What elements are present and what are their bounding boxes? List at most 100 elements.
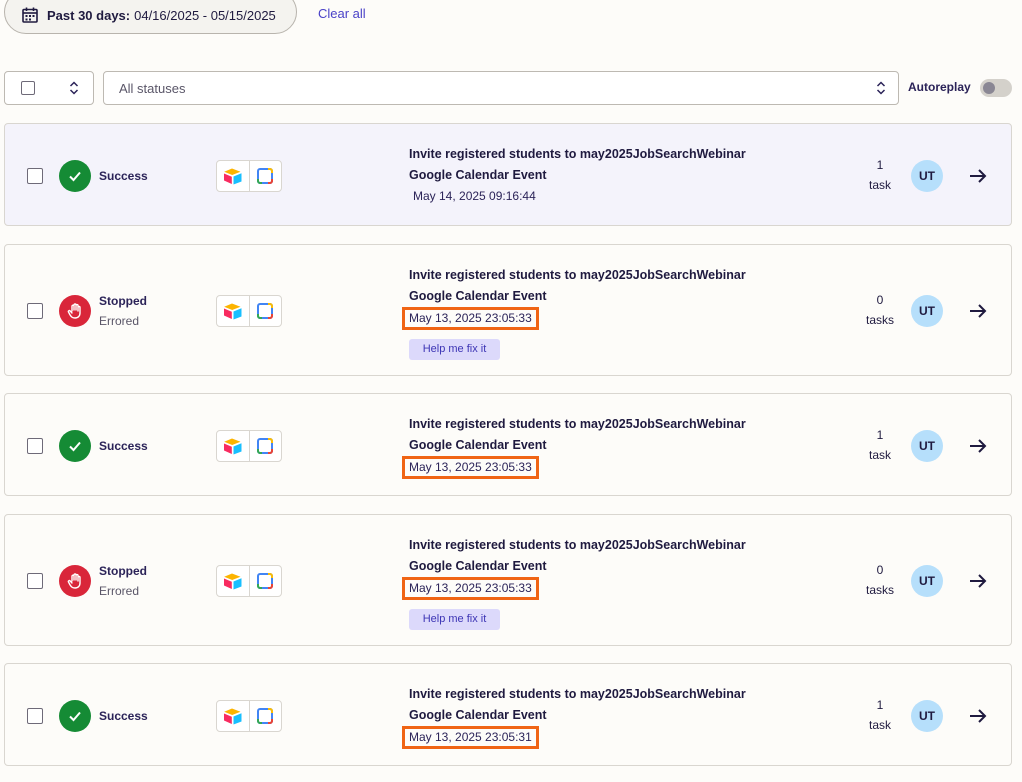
- zap-name: Invite registered students to may2025Job…: [409, 538, 746, 552]
- app-icons: [216, 565, 282, 597]
- airtable-icon: [217, 431, 249, 461]
- arrow-right-icon[interactable]: [967, 570, 989, 592]
- task-count-value: 1: [876, 157, 884, 172]
- arrow-right-icon[interactable]: [967, 300, 989, 322]
- task-count: 1 task: [855, 695, 905, 735]
- run-timestamp: May 13, 2025 23:05:31: [402, 726, 539, 749]
- bulk-select-dropdown[interactable]: [4, 71, 94, 105]
- run-status: Success: [99, 166, 148, 186]
- run-status-label: Stopped: [99, 294, 147, 308]
- step-name: Google Calendar Event: [409, 708, 547, 722]
- task-count: 0 tasks: [855, 290, 905, 330]
- avatar: UT: [911, 699, 943, 732]
- avatar: UT: [911, 429, 943, 462]
- step-name: Google Calendar Event: [409, 559, 547, 573]
- run-checkbox[interactable]: [27, 167, 43, 184]
- arrow-right-icon[interactable]: [967, 165, 989, 187]
- run-details: Invite registered students to may2025Job…: [402, 535, 746, 630]
- step-name: Google Calendar Event: [409, 438, 547, 452]
- task-count: 1 task: [855, 425, 905, 465]
- avatar: UT: [911, 295, 943, 327]
- check-icon: [59, 159, 91, 192]
- run-status: Success: [99, 436, 148, 456]
- date-range-filter[interactable]: Past 30 days: 04/16/2025 - 05/15/2025: [4, 0, 297, 34]
- run-row[interactable]: Stopped Errored Invite registered students…: [4, 514, 1012, 646]
- app-icons: [216, 429, 282, 462]
- chevron-up-down-icon: [876, 81, 886, 95]
- airtable-icon: [217, 296, 249, 326]
- google-calendar-icon: [248, 160, 281, 191]
- run-status-label: Success: [99, 438, 148, 453]
- run-details: Invite registered students to may2025Job…: [402, 265, 746, 360]
- run-checkbox[interactable]: [27, 707, 43, 724]
- app-icons: [216, 159, 282, 192]
- help-me-fix-it-button[interactable]: Help me fix it: [409, 609, 500, 630]
- run-substatus: Errored: [99, 314, 140, 328]
- run-timestamp: May 13, 2025 23:05:33: [402, 456, 539, 479]
- run-checkbox[interactable]: [27, 303, 43, 319]
- run-timestamp: May 14, 2025 09:16:44: [413, 189, 536, 203]
- arrow-right-icon[interactable]: [967, 435, 989, 457]
- task-count-value: 1: [876, 697, 884, 712]
- check-icon: [59, 429, 91, 462]
- task-count: 1 task: [855, 155, 905, 195]
- run-timestamp: May 13, 2025 23:05:33: [402, 577, 539, 600]
- run-status-label: Success: [99, 708, 148, 723]
- airtable-icon: [217, 566, 249, 596]
- check-icon: [59, 699, 91, 732]
- hand-stop-icon: [59, 565, 91, 597]
- autoreplay-toggle[interactable]: [980, 79, 1012, 97]
- zap-name: Invite registered students to may2025Job…: [409, 147, 746, 161]
- clear-all-link[interactable]: Clear all: [318, 6, 366, 21]
- task-count-value: 0: [876, 563, 884, 577]
- step-name: Google Calendar Event: [409, 289, 547, 303]
- run-checkbox[interactable]: [27, 573, 43, 589]
- run-status: Stopped Errored: [99, 561, 147, 601]
- task-count-value: 1: [876, 427, 884, 442]
- task-unit: tasks: [865, 583, 894, 597]
- task-unit: task: [868, 177, 891, 192]
- airtable-icon: [217, 701, 249, 731]
- google-calendar-icon: [248, 296, 281, 326]
- date-range-label: Past 30 days:: [47, 7, 131, 23]
- google-calendar-icon: [248, 430, 281, 461]
- run-details: Invite registered students to may2025Job…: [402, 414, 746, 479]
- help-me-fix-it-button[interactable]: Help me fix it: [409, 339, 500, 360]
- zap-name: Invite registered students to may2025Job…: [409, 268, 746, 282]
- task-count: 0 tasks: [855, 560, 905, 600]
- avatar: UT: [911, 159, 943, 192]
- avatar: UT: [911, 565, 943, 597]
- run-checkbox[interactable]: [27, 437, 43, 454]
- calendar-icon: [22, 7, 38, 23]
- run-details: Invite registered students to may2025Job…: [402, 684, 746, 749]
- status-filter-select[interactable]: All statuses: [103, 71, 899, 105]
- run-row[interactable]: Success Invite registered students to may…: [4, 393, 1012, 496]
- step-name: Google Calendar Event: [409, 168, 547, 182]
- select-all-checkbox[interactable]: [21, 81, 35, 95]
- task-count-value: 0: [876, 293, 884, 307]
- zap-name: Invite registered students to may2025Job…: [409, 687, 746, 701]
- task-unit: task: [868, 717, 891, 732]
- chevron-up-down-icon: [69, 81, 79, 95]
- date-range-value: 04/16/2025 - 05/15/2025: [134, 7, 276, 23]
- autoreplay-label: Autoreplay: [908, 80, 971, 94]
- arrow-right-icon[interactable]: [967, 705, 989, 727]
- task-unit: task: [868, 447, 891, 462]
- app-icons: [216, 295, 282, 327]
- app-icons: [216, 699, 282, 732]
- run-status: Success: [99, 706, 148, 726]
- run-details: Invite registered students to may2025Job…: [409, 144, 746, 207]
- run-substatus: Errored: [99, 584, 140, 598]
- zap-name: Invite registered students to may2025Job…: [409, 417, 746, 431]
- run-status-label: Stopped: [99, 564, 147, 578]
- run-timestamp: May 13, 2025 23:05:33: [402, 307, 539, 330]
- google-calendar-icon: [248, 566, 281, 596]
- run-status-label: Success: [99, 168, 148, 183]
- hand-stop-icon: [59, 295, 91, 327]
- airtable-icon: [217, 161, 249, 191]
- google-calendar-icon: [248, 700, 281, 731]
- run-row[interactable]: Success Invite registered students to may…: [4, 663, 1012, 766]
- run-row[interactable]: Stopped Errored Invite registered students…: [4, 244, 1012, 376]
- task-unit: tasks: [865, 313, 894, 327]
- run-row[interactable]: Success Invite registered students to may…: [4, 123, 1012, 226]
